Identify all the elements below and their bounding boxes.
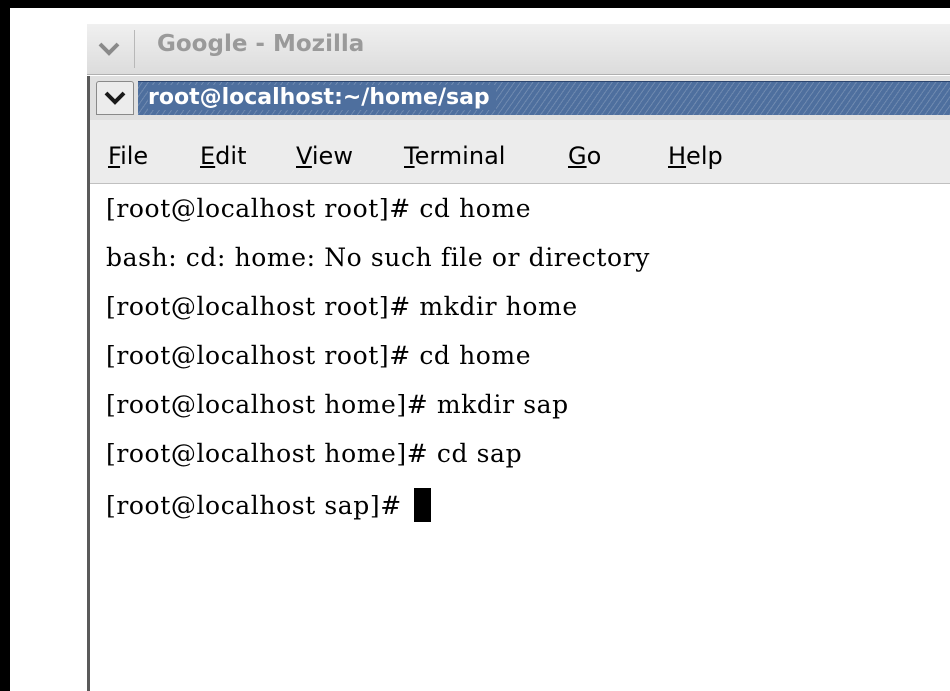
screen-edge-top [0,0,950,8]
menu-view-label: iew [311,142,353,170]
terminal-menubar: File Edit View Terminal Go Help [90,120,950,184]
menu-terminal[interactable]: Terminal [404,142,505,170]
terminal-title-area[interactable]: root@localhost:~/home/sap [138,81,950,115]
menu-help[interactable]: Help [668,142,723,170]
menu-terminal-mnemonic: T [404,142,415,170]
text-cursor [413,488,431,522]
menu-view-mnemonic: V [296,142,312,170]
terminal-line: [root@localhost root]# cd home [106,194,532,223]
terminal-titlebar: root@localhost:~/home/sap [90,76,950,120]
terminal-prompt: [root@localhost sap]# [106,491,402,520]
window-menu-button[interactable] [89,32,129,66]
terminal-line: [root@localhost root]# cd home [106,341,532,370]
menu-file-mnemonic: F [108,142,121,170]
terminal-window: root@localhost:~/home/sap File Edit View… [87,76,950,691]
terminal-line: [root@localhost home]# mkdir sap [106,390,569,419]
menu-terminal-label: erminal [414,142,506,170]
window-menu-button[interactable] [96,81,134,115]
chevron-down-icon [98,42,120,56]
mozilla-window-title: Google - Mozilla [157,31,365,57]
menu-edit[interactable]: Edit [200,142,246,170]
menu-help-mnemonic: H [668,142,687,170]
menu-file-label: ile [120,142,149,170]
titlebar-divider [134,30,135,68]
terminal-line: [root@localhost root]# mkdir home [106,292,578,321]
menu-view[interactable]: View [296,142,353,170]
terminal-line: bash: cd: home: No such file or director… [106,243,650,272]
menu-go-label: o [586,142,602,170]
screen-edge-left [0,0,10,691]
menu-edit-mnemonic: E [200,142,216,170]
terminal-output[interactable]: [root@localhost root]# cd home bash: cd:… [90,184,950,691]
menu-help-label: elp [686,142,723,170]
menu-go-mnemonic: G [568,142,587,170]
terminal-window-title: root@localhost:~/home/sap [148,85,496,110]
mozilla-titlebar[interactable]: Google - Mozilla [87,24,950,75]
menu-go[interactable]: Go [568,142,601,170]
menu-edit-label: dit [215,142,247,170]
terminal-prompt-line: [root@localhost sap]# [106,488,431,522]
menu-file[interactable]: File [108,142,148,170]
terminal-line: [root@localhost home]# cd sap [106,439,523,468]
chevron-down-icon [104,91,126,105]
